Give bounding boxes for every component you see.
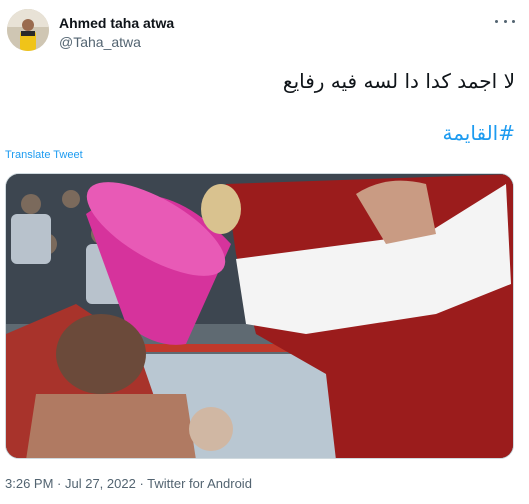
meta-separator: · <box>135 476 148 491</box>
tweet-card: Ahmed taha atwa @Taha_atwa لا اجمد كدا د… <box>0 0 529 504</box>
translate-tweet-link[interactable]: Translate Tweet <box>5 149 83 161</box>
tweet-media[interactable] <box>5 173 514 459</box>
tweet-meta: 3:26 PM · Jul 27, 2022 · Twitter for And… <box>5 476 252 491</box>
author-name[interactable]: Ahmed taha atwa <box>59 15 174 31</box>
tweet-text: لا اجمد كدا دا لسه فيه رفايع <box>282 69 515 93</box>
hashtag-link[interactable]: #القايمة <box>443 121 515 145</box>
avatar[interactable] <box>7 9 49 51</box>
tweet-date[interactable]: Jul 27, 2022 <box>65 476 136 491</box>
tweet-time[interactable]: 3:26 PM <box>5 476 53 491</box>
tweet-source: Twitter for Android <box>147 476 252 491</box>
author-handle[interactable]: @Taha_atwa <box>59 34 141 50</box>
meta-separator: · <box>53 476 65 491</box>
more-horizontal-icon[interactable] <box>495 13 515 29</box>
